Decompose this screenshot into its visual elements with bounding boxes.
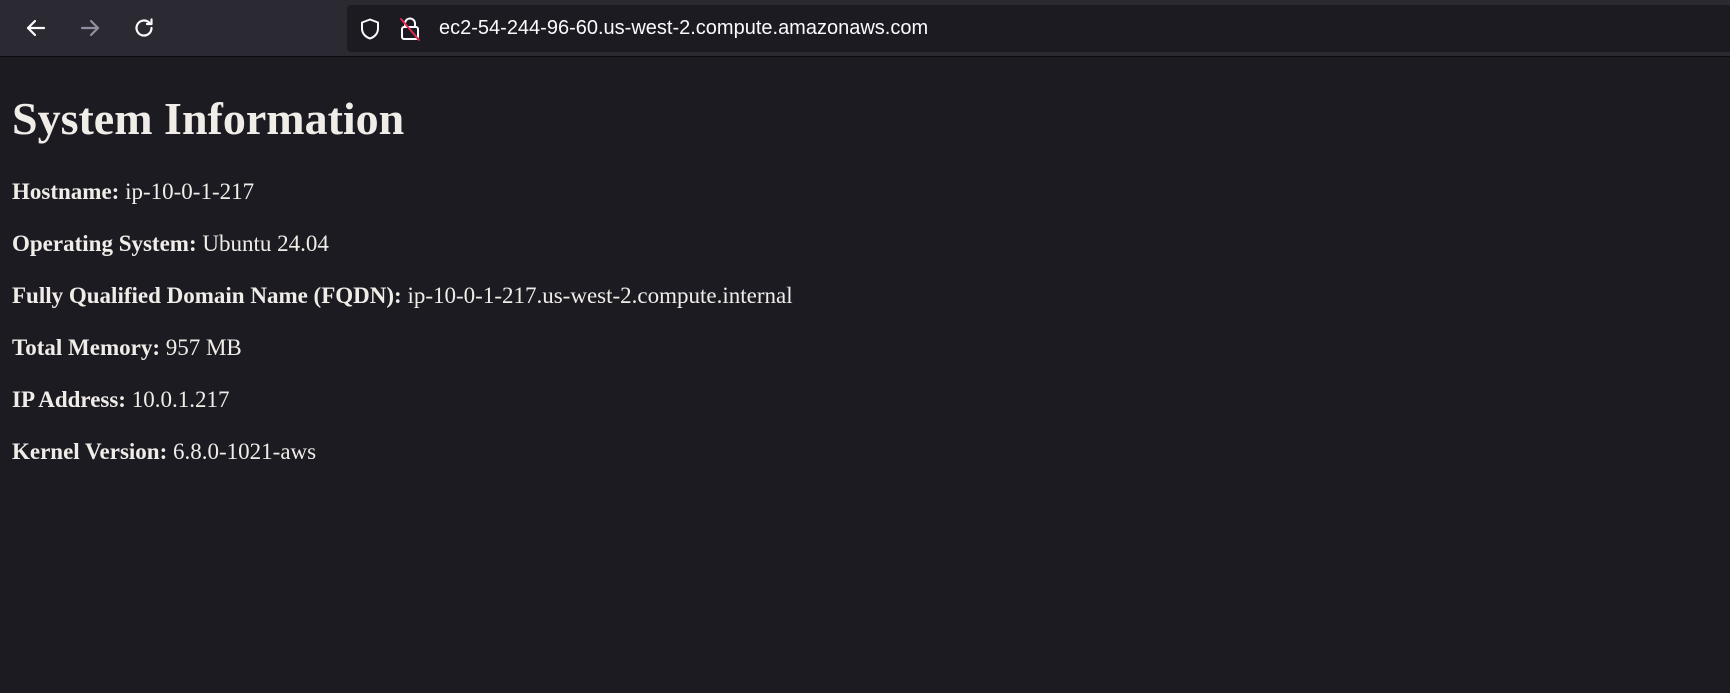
hostname-row: Hostname: ip-10-0-1-217 [12,177,254,207]
url-text[interactable]: ec2-54-244-96-60.us-west-2.compute.amazo… [439,5,928,52]
page-title: System Information [12,93,405,144]
ip-address-row: IP Address: 10.0.1.217 [12,385,229,415]
fqdn-row: Fully Qualified Domain Name (FQDN): ip-1… [12,281,793,311]
reload-button[interactable] [124,8,164,48]
arrow-left-icon [24,16,48,40]
os-row: Operating System: Ubuntu 24.04 [12,229,329,259]
memory-label: Total Memory: [12,335,160,360]
browser-toolbar: ec2-54-244-96-60.us-west-2.compute.amazo… [0,0,1730,57]
insecure-lock-icon[interactable] [397,16,423,42]
reload-icon [132,16,156,40]
kernel-label: Kernel Version: [12,439,168,464]
os-value: Ubuntu 24.04 [202,231,329,256]
ip-address-value: 10.0.1.217 [131,387,230,412]
page-content: System Information Hostname: ip-10-0-1-2… [12,57,1712,464]
hostname-value: ip-10-0-1-217 [125,179,255,204]
fqdn-label: Fully Qualified Domain Name (FQDN): [12,283,402,308]
hostname-label: Hostname: [12,179,120,204]
os-label: Operating System: [12,231,197,256]
kernel-row: Kernel Version: 6.8.0-1021-aws [12,437,316,467]
address-bar[interactable]: ec2-54-244-96-60.us-west-2.compute.amazo… [347,5,1730,52]
forward-button[interactable] [70,8,110,48]
arrow-right-icon [78,16,102,40]
memory-value: 957 MB [165,335,242,360]
shield-icon[interactable] [357,16,383,42]
fqdn-value: ip-10-0-1-217.us-west-2.compute.internal [407,283,793,308]
back-button[interactable] [16,8,56,48]
ip-address-label: IP Address: [12,387,126,412]
memory-row: Total Memory: 957 MB [12,333,242,363]
kernel-value: 6.8.0-1021-aws [173,439,317,464]
